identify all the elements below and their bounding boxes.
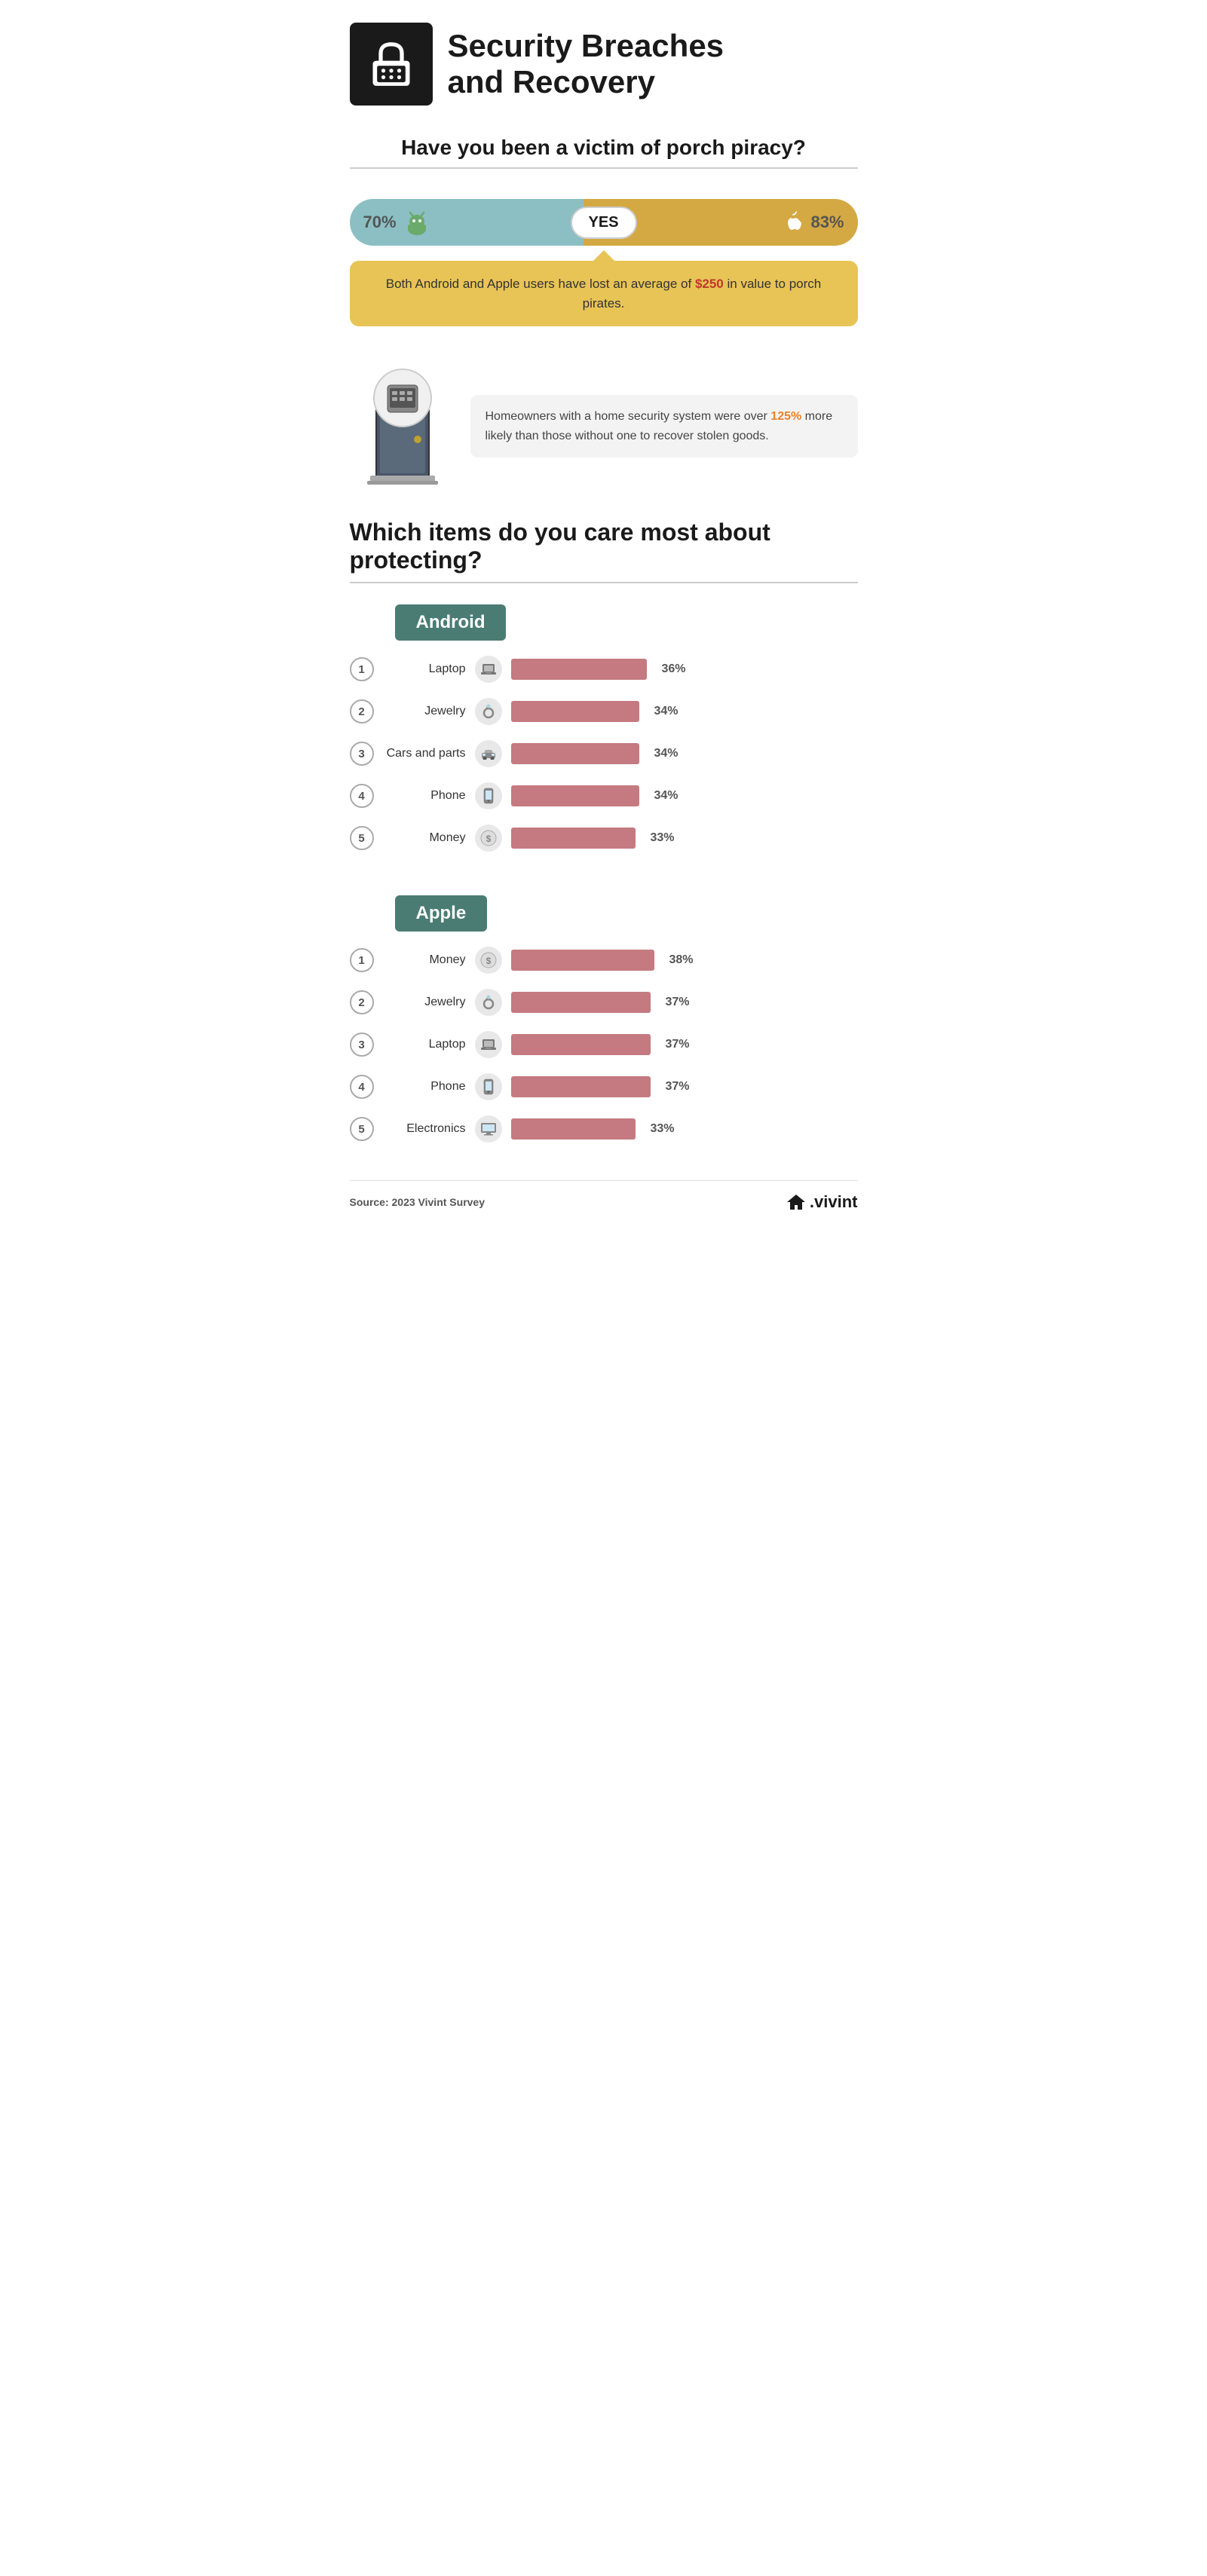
data-bar — [511, 701, 639, 722]
item-label: Laptop — [383, 1038, 466, 1051]
rank-circle: 2 — [350, 699, 374, 724]
security-callout-box: Homeowners with a home security system w… — [470, 395, 858, 457]
divider-1 — [350, 167, 858, 169]
data-bar — [511, 828, 636, 849]
porch-piracy-bar: 70% YES — [350, 199, 858, 246]
security-system-icon-wrap — [350, 364, 455, 488]
list-item: 1 Money $38% — [350, 939, 858, 981]
list-item: 2 Jewelry 37% — [350, 981, 858, 1023]
item-label: Jewelry — [383, 705, 466, 718]
item-label: Laptop — [383, 662, 466, 676]
item-label: Jewelry — [383, 996, 466, 1009]
porch-piracy-callout: Both Android and Apple users have lost a… — [350, 261, 858, 326]
pct-label: 37% — [666, 1080, 690, 1094]
pct-label: 33% — [651, 1122, 675, 1136]
pct-label: 37% — [666, 996, 690, 1009]
security-door-icon — [354, 364, 452, 485]
item-label: Money — [383, 831, 466, 845]
item-icon — [475, 1073, 502, 1100]
rank-circle: 1 — [350, 657, 374, 681]
item-icon — [475, 989, 502, 1016]
list-item: 1 Laptop 36% — [350, 648, 858, 690]
rank-circle: 5 — [350, 826, 374, 850]
rank-circle: 4 — [350, 1075, 374, 1099]
item-icon: $ — [475, 825, 502, 852]
divider-2 — [350, 582, 858, 583]
pct-label: 34% — [654, 705, 679, 718]
pct-label: 37% — [666, 1038, 690, 1051]
header-title: Security Breaches and Recovery — [448, 28, 725, 101]
data-bar — [511, 659, 647, 680]
rank-circle: 3 — [350, 1033, 374, 1057]
svg-text:$: $ — [486, 834, 491, 844]
item-icon — [475, 698, 502, 725]
data-bar — [511, 743, 639, 764]
android-group: Android 1 Laptop 36% 2 Jewelry 34% 3 Cars and p… — [350, 591, 858, 859]
yes-label: YES — [570, 207, 636, 239]
item-icon — [475, 1115, 502, 1143]
item-label: Phone — [383, 789, 466, 803]
pct-label: 38% — [669, 953, 694, 967]
list-item: 3 Cars and parts 34% — [350, 733, 858, 775]
data-bar — [511, 950, 654, 971]
pct-label: 33% — [651, 831, 675, 845]
apple-pct: 83% — [810, 213, 844, 232]
rank-circle: 5 — [350, 1117, 374, 1141]
header-lock-icon — [350, 23, 433, 106]
list-item: 3 Laptop 37% — [350, 1023, 858, 1066]
data-bar — [511, 1076, 651, 1097]
svg-text:$: $ — [486, 956, 491, 966]
data-bar — [511, 1034, 651, 1055]
android-label: Android — [395, 604, 507, 641]
rank-circle: 2 — [350, 990, 374, 1014]
items-title: Which items do you care most about prote… — [350, 519, 858, 582]
item-icon — [475, 656, 502, 683]
item-icon — [475, 1031, 502, 1058]
list-item: 5 Money $33% — [350, 817, 858, 859]
android-robot-icon — [404, 210, 430, 235]
items-section: Which items do you care most about prote… — [320, 496, 888, 1165]
pct-label: 34% — [654, 789, 679, 803]
list-item: 2 Jewelry 34% — [350, 690, 858, 733]
rank-circle: 4 — [350, 784, 374, 808]
footer: Source: 2023 Vivint Survey .vivint — [350, 1180, 858, 1223]
vivint-home-icon — [786, 1192, 807, 1213]
apple-label: Apple — [395, 895, 488, 932]
pct-label: 34% — [654, 747, 679, 760]
item-icon — [475, 782, 502, 809]
footer-source: Source: 2023 Vivint Survey — [350, 1196, 486, 1208]
item-icon — [475, 740, 502, 767]
list-item: 5 Electronics 33% — [350, 1108, 858, 1150]
android-pct: 70% — [363, 213, 397, 232]
android-bar: 70% — [350, 199, 584, 246]
porch-piracy-section: Have you been a victim of porch piracy? … — [320, 121, 888, 496]
apple-logo-icon — [779, 210, 803, 234]
data-bar — [511, 1118, 636, 1140]
rank-circle: 1 — [350, 948, 374, 972]
apple-group: Apple 1 Money $38% 2 Jewelry 37% 3 Laptop 37% 4 Ph… — [350, 882, 858, 1150]
apple-bars: 1 Money $38% 2 Jewelry 37% 3 Laptop 37% 4 Phone 37%… — [350, 939, 858, 1150]
porch-piracy-title: Have you been a victim of porch piracy? — [320, 121, 888, 167]
pct-label: 36% — [662, 662, 686, 676]
data-bar — [511, 785, 639, 806]
rank-circle: 3 — [350, 742, 374, 766]
item-label: Phone — [383, 1080, 466, 1094]
item-label: Money — [383, 953, 466, 967]
item-icon: $ — [475, 947, 502, 974]
data-bar — [511, 992, 651, 1013]
item-label: Electronics — [383, 1122, 466, 1136]
list-item: 4 Phone 37% — [350, 1066, 858, 1108]
security-system-section: Homeowners with a home security system w… — [320, 341, 888, 496]
item-label: Cars and parts — [383, 747, 466, 760]
android-bars: 1Laptop36%2Jewelry34%3Cars and parts34%4… — [350, 648, 858, 859]
header: Security Breaches and Recovery — [320, 0, 888, 121]
footer-logo: .vivint — [786, 1192, 858, 1213]
list-item: 4 Phone 34% — [350, 775, 858, 817]
